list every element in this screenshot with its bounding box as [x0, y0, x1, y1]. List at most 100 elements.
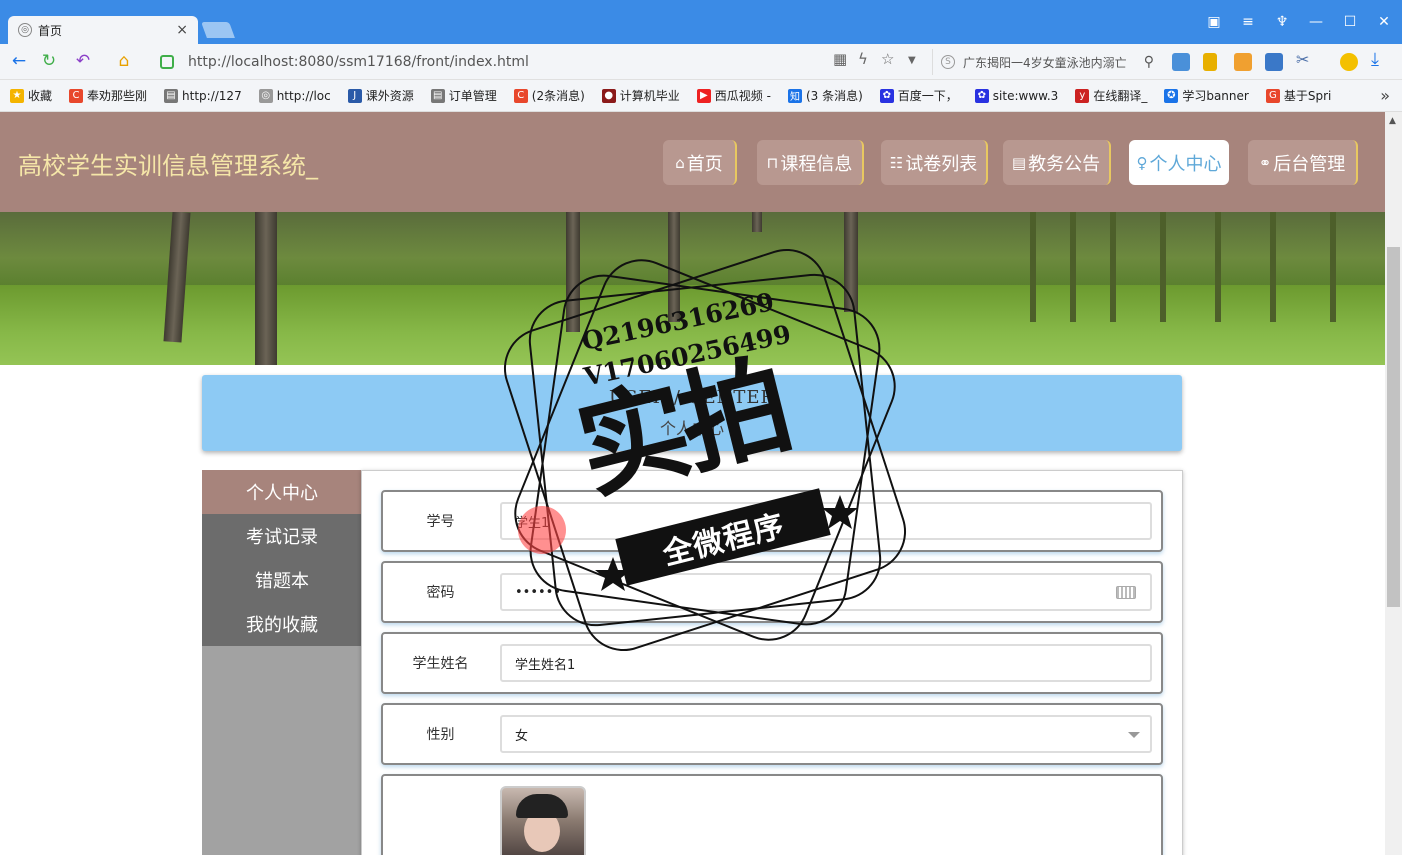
gender-value: 女 — [515, 728, 529, 744]
banner-image — [0, 212, 1385, 365]
user-center-heading: USER / CENTER 个人中心 — [202, 375, 1182, 451]
bookmark-item[interactable]: C (2条消息) — [513, 87, 585, 104]
bookmark-label: (3 条消息) — [805, 89, 863, 103]
nav-label: 首页 — [686, 153, 723, 175]
form-row-password: 密码 •••••• — [381, 561, 1163, 623]
home-icon: ⌂ — [675, 153, 685, 172]
undo-icon[interactable]: ↶ — [72, 50, 94, 72]
window-close-icon[interactable]: ✕ — [1372, 10, 1396, 34]
secure-icon — [160, 55, 174, 69]
scroll-up-icon[interactable]: ▲ — [1389, 116, 1396, 126]
banner-tree — [668, 212, 680, 322]
side-item-exam-records[interactable]: 考试记录 — [202, 514, 362, 558]
bookmark-item[interactable]: ✿ site:www.3 — [974, 88, 1059, 103]
qr-icon[interactable]: ▦ — [833, 50, 847, 68]
bookmark-item[interactable]: ★ 收藏 — [10, 87, 52, 104]
nav-label: 试卷列表 — [905, 153, 978, 175]
close-icon[interactable]: × — [176, 22, 188, 38]
bookmark-label: http://127 — [182, 88, 242, 103]
new-tab-button[interactable] — [201, 22, 235, 38]
refresh-icon[interactable]: ↻ — [38, 50, 60, 72]
bookmark-item[interactable]: C 奉劝那些刚 — [69, 87, 147, 104]
browser-tab-home[interactable]: ◎ 首页 × — [8, 16, 198, 44]
student-no-label: 学号 — [426, 514, 455, 530]
bookmark-item[interactable]: ✿ 百度一下， — [879, 87, 958, 104]
avatar-cap — [516, 794, 568, 818]
cursor-highlight — [518, 506, 566, 554]
bookmark-label: 百度一下， — [897, 89, 958, 103]
gender-select[interactable]: 女 — [500, 715, 1152, 753]
bookmark-item[interactable]: ✪ 学习banner — [1164, 87, 1249, 104]
site-title: 高校学生实训信息管理系统_ — [18, 152, 318, 180]
bookmark-label: (2条消息) — [531, 89, 585, 103]
bookmark-icon: G — [1265, 88, 1280, 103]
minimize-icon[interactable]: — — [1304, 10, 1328, 34]
translate-icon[interactable] — [1172, 53, 1190, 71]
tab-count-icon[interactable]: ▣ — [1202, 10, 1226, 34]
nav-admin[interactable]: ⚭ 后台管理 — [1248, 140, 1358, 185]
document-icon: ▤ — [1011, 153, 1027, 172]
side-item-favorites[interactable]: 我的收藏 — [202, 602, 362, 646]
bookmark-icon: ✪ — [1164, 88, 1179, 103]
scroll-thumb[interactable] — [1387, 247, 1400, 607]
chevron-down-icon[interactable]: ▼ — [908, 55, 916, 66]
bookmark-item[interactable]: ▶ 西瓜视频 - — [696, 87, 771, 104]
nav-course-info[interactable]: ⊓ 课程信息 — [757, 140, 864, 185]
back-icon[interactable]: ← — [8, 50, 30, 72]
search-icon[interactable]: ⚲ — [1144, 54, 1154, 70]
nav-exam-list[interactable]: ☷ 试卷列表 — [881, 140, 988, 185]
bookmark-label: site:www.3 — [992, 88, 1059, 103]
bookmark-item[interactable]: G 基于Spri — [1265, 87, 1331, 104]
bookmark-icon: ▶ — [696, 88, 711, 103]
avatar[interactable] — [500, 786, 586, 855]
bookmark-item[interactable]: J 课外资源 — [347, 87, 414, 104]
student-no-field[interactable]: 学生1 — [500, 502, 1152, 540]
bookmark-icon: y — [1075, 88, 1090, 103]
student-name-field[interactable]: 学生姓名1 — [500, 644, 1152, 682]
bookmark-item[interactable]: ▤ 订单管理 — [430, 87, 497, 104]
bookmark-icon: J — [347, 88, 362, 103]
side-item-wrong-questions[interactable]: 错题本 — [202, 558, 362, 602]
search-engine-icon: S — [941, 55, 955, 69]
banner-bamboo — [1070, 212, 1076, 322]
bookmark-item[interactable]: ● 计算机毕业 — [601, 87, 680, 104]
side-item-personal-center[interactable]: 个人中心 — [202, 470, 362, 514]
bookmark-icon: ▤ — [164, 88, 179, 103]
page-scrollbar[interactable]: ▲ — [1385, 112, 1402, 855]
chevron-down-icon — [1128, 732, 1140, 738]
emoji-icon[interactable] — [1340, 53, 1358, 71]
scissors-icon[interactable]: ✂ — [1296, 50, 1314, 69]
side-menu: 个人中心 考试记录 错题本 我的收藏 — [202, 470, 362, 855]
form-row-gender: 性别 女 — [381, 703, 1163, 765]
window-icon[interactable] — [1265, 53, 1283, 71]
nav-home[interactable]: ⌂ 首页 — [663, 140, 737, 185]
search-input[interactable]: S 广东揭阳一4岁女童泳池内溺亡 ⚲ — [932, 49, 1154, 75]
maximize-icon[interactable]: ☐ — [1338, 10, 1362, 34]
bookmark-item[interactable]: ▤ http://127 — [164, 88, 242, 103]
nav-personal-center[interactable]: ♀ 个人中心 — [1129, 140, 1229, 185]
skin-icon[interactable]: ♆ — [1270, 10, 1294, 34]
key-icon[interactable] — [1203, 53, 1217, 71]
extension-icon[interactable] — [1234, 53, 1252, 71]
lightning-icon[interactable]: ϟ — [858, 50, 868, 68]
bookmark-item[interactable]: ◎ http://loc — [258, 88, 331, 103]
bookmark-icon: ● — [601, 88, 616, 103]
nav-label: 课程信息 — [780, 153, 853, 175]
heading-zh: 个人中心 — [659, 419, 724, 438]
star-icon[interactable]: ☆ — [881, 50, 894, 68]
password-field[interactable]: •••••• — [500, 573, 1152, 611]
password-value: •••••• — [515, 584, 562, 600]
bookmark-item[interactable]: 知 (3 条消息) — [787, 87, 863, 104]
bookmark-label: 在线翻译_ — [1093, 89, 1148, 103]
menu-icon[interactable]: ≡ — [1236, 10, 1260, 34]
form-row-avatar — [381, 774, 1163, 855]
url-field[interactable]: http://localhost:8080/ssm17168/front/ind… — [150, 49, 925, 75]
user-icon: ♀ — [1136, 153, 1148, 172]
chevron-right-icon[interactable]: » — [1380, 86, 1390, 105]
bookmark-item[interactable]: y 在线翻译_ — [1075, 87, 1147, 104]
keyboard-icon[interactable] — [1116, 586, 1136, 599]
nav-announcements[interactable]: ▤ 教务公告 — [1003, 140, 1111, 185]
home-icon[interactable]: ⌂ — [113, 50, 135, 72]
banner-grass — [0, 285, 1385, 365]
download-icon[interactable]: ⤓ — [1371, 49, 1389, 70]
